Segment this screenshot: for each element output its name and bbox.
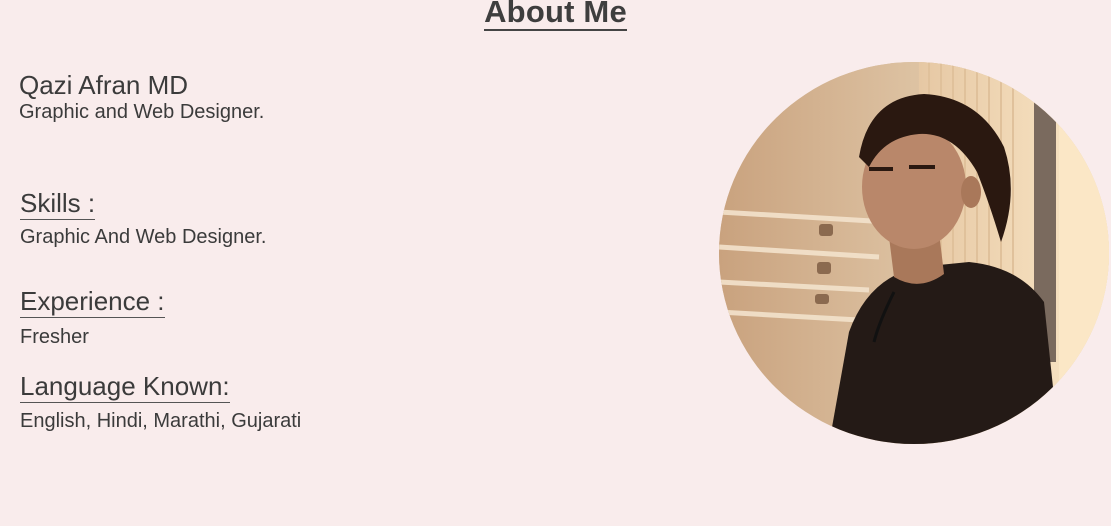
skills-heading-text: Skills :	[20, 188, 96, 220]
experience-heading: Experience :	[20, 286, 165, 318]
skills-heading: Skills :	[20, 188, 96, 220]
languages-value: English, Hindi, Marathi, Gujarati	[20, 410, 302, 432]
page-title: About Me	[0, 0, 1111, 31]
profile-role: Graphic and Web Designer.	[19, 101, 265, 123]
languages-heading: Language Known:	[20, 371, 230, 403]
profile-photo-illustration	[719, 62, 1109, 444]
page-title-text: About Me	[484, 0, 627, 31]
experience-heading-text: Experience :	[20, 286, 165, 318]
languages-heading-text: Language Known:	[20, 371, 230, 403]
profile-photo	[719, 62, 1109, 444]
experience-value: Fresher	[20, 326, 89, 348]
profile-name: Qazi Afran MD	[19, 70, 189, 100]
skills-value: Graphic And Web Designer.	[20, 226, 267, 248]
